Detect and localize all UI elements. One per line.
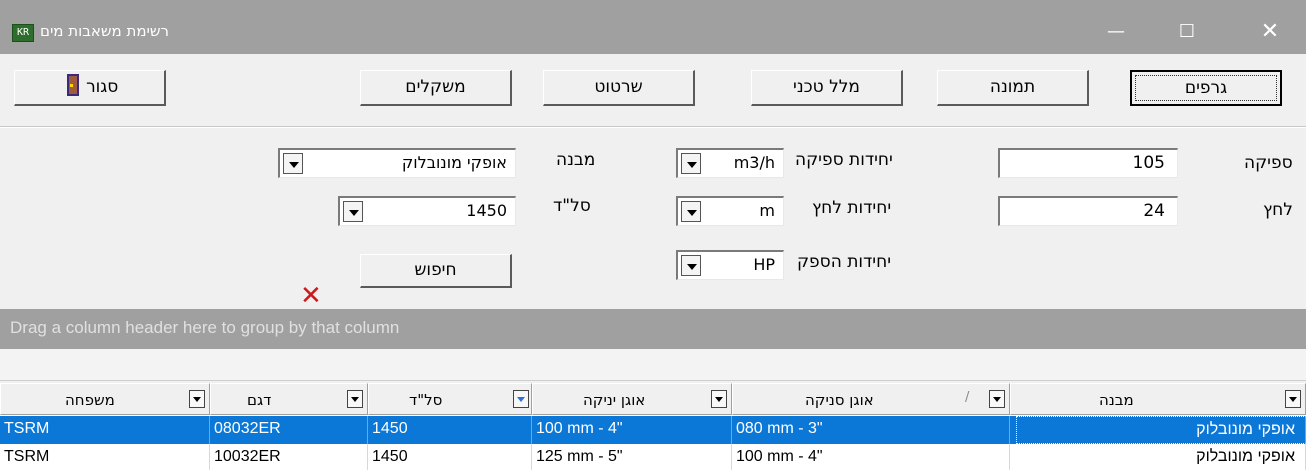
- column-label: מבנה: [1099, 391, 1134, 409]
- group-by-panel[interactable]: Drag a column header here to group by th…: [0, 309, 1306, 349]
- column-header-discharge[interactable]: אוגן סניקה /: [732, 383, 1010, 415]
- rpm-select[interactable]: 1450: [338, 196, 516, 226]
- chevron-down-icon[interactable]: [347, 390, 363, 408]
- tech-spec-button[interactable]: מלל טכני: [751, 70, 903, 106]
- column-label: אוגן סניקה: [805, 391, 874, 409]
- power-units-select[interactable]: HP: [676, 250, 784, 280]
- suction-cell[interactable]: 125 mm - 5": [532, 444, 732, 470]
- pressure-units-select[interactable]: m: [676, 196, 784, 226]
- chevron-down-icon[interactable]: [343, 201, 363, 222]
- sort-indicator: /: [965, 390, 970, 405]
- table-row[interactable]: TSRM 08032ER 1450 100 mm - 4" 080 mm - 3…: [0, 416, 1306, 444]
- close-button[interactable]: סגור: [14, 70, 166, 106]
- column-header-suction[interactable]: אוגן יניקה: [532, 383, 732, 415]
- suction-cell[interactable]: 100 mm - 4": [532, 416, 732, 444]
- graphs-button[interactable]: גרפים: [1130, 70, 1282, 106]
- pressure-input[interactable]: 24: [998, 196, 1178, 226]
- structure-value: אופקי מונובלוק: [401, 153, 507, 172]
- title-bar: KR רשימת משאבות מים — ☐ ✕: [0, 0, 1306, 54]
- chevron-down-icon[interactable]: [711, 390, 727, 408]
- rpm-label: סל"ד: [553, 196, 591, 216]
- column-label: דגם: [247, 391, 272, 409]
- grid-filter-area: [0, 349, 1306, 381]
- search-button[interactable]: חיפוש: [360, 254, 512, 288]
- chevron-down-icon[interactable]: [283, 153, 303, 174]
- chevron-down-icon[interactable]: [681, 153, 701, 174]
- column-label: משפחה: [65, 391, 115, 409]
- model-cell[interactable]: 10032ER: [210, 444, 368, 470]
- image-button[interactable]: תמונה: [937, 70, 1089, 106]
- structure-select[interactable]: אופקי מונובלוק: [278, 148, 516, 178]
- flow-label: ספיקה: [1244, 153, 1293, 173]
- table-row[interactable]: TSRM 10032ER 1450 125 mm - 5" 100 mm - 4…: [0, 444, 1306, 470]
- pressure-units-value: m: [759, 201, 775, 220]
- flow-units-label: יחידות ספיקה: [795, 150, 893, 170]
- rpm-cell[interactable]: 1450: [368, 444, 532, 470]
- close-label: סגור: [86, 77, 119, 97]
- weights-button[interactable]: משקלים: [360, 70, 512, 106]
- column-label: סל"ד: [409, 391, 443, 409]
- structure-cell[interactable]: אופקי מונובלוק: [1016, 444, 1306, 470]
- column-header-family[interactable]: משפחה: [0, 383, 210, 415]
- flow-input[interactable]: 105: [998, 148, 1178, 178]
- structure-label: מבנה: [556, 150, 596, 170]
- column-header-structure[interactable]: מבנה: [1010, 383, 1306, 415]
- app-icon: KR: [12, 24, 34, 42]
- flow-units-value: m3/h: [733, 153, 775, 172]
- chevron-down-icon[interactable]: [681, 255, 701, 276]
- rpm-value: 1450: [466, 201, 507, 220]
- window-title: רשימת משאבות מים: [40, 22, 169, 40]
- structure-cell[interactable]: אופקי מונובלוק: [1016, 416, 1306, 444]
- column-header-rpm[interactable]: סל"ד: [368, 383, 532, 415]
- toolbar-separator: [0, 126, 1306, 128]
- discharge-cell[interactable]: 080 mm - 3": [732, 416, 1010, 444]
- chevron-down-icon[interactable]: [681, 201, 701, 222]
- column-label: אוגן יניקה: [583, 391, 646, 409]
- chevron-down-icon[interactable]: [189, 390, 205, 408]
- power-units-value: HP: [753, 255, 775, 274]
- door-exit-icon: [66, 74, 81, 96]
- chevron-down-icon[interactable]: [989, 390, 1005, 408]
- drawing-button[interactable]: שרטוט: [543, 70, 695, 106]
- maximize-button[interactable]: ☐: [1157, 16, 1217, 48]
- rpm-cell[interactable]: 1450: [368, 416, 532, 444]
- chevron-down-icon[interactable]: [1285, 390, 1301, 408]
- minimize-button[interactable]: —: [1086, 16, 1146, 48]
- graphs-label: גרפים: [1135, 75, 1277, 101]
- model-cell[interactable]: 08032ER: [210, 416, 368, 444]
- pressure-units-label: יחידות לחץ: [812, 198, 892, 218]
- pumps-grid: משפחה דגם סל"ד אוגן יניקה אוגן סניקה / מ…: [0, 383, 1306, 470]
- flow-units-select[interactable]: m3/h: [676, 148, 784, 178]
- pressure-label: לחץ: [1263, 200, 1293, 220]
- clear-icon[interactable]: ✕: [300, 283, 322, 309]
- family-cell[interactable]: TSRM: [0, 416, 210, 444]
- close-window-button[interactable]: ✕: [1240, 16, 1300, 48]
- group-by-hint: Drag a column header here to group by th…: [10, 318, 400, 337]
- column-header-model[interactable]: דגם: [210, 383, 368, 415]
- discharge-cell[interactable]: 100 mm - 4": [732, 444, 1010, 470]
- chevron-down-icon[interactable]: [513, 390, 529, 408]
- power-units-label: יחידות הספק: [797, 252, 892, 272]
- family-cell[interactable]: TSRM: [0, 444, 210, 470]
